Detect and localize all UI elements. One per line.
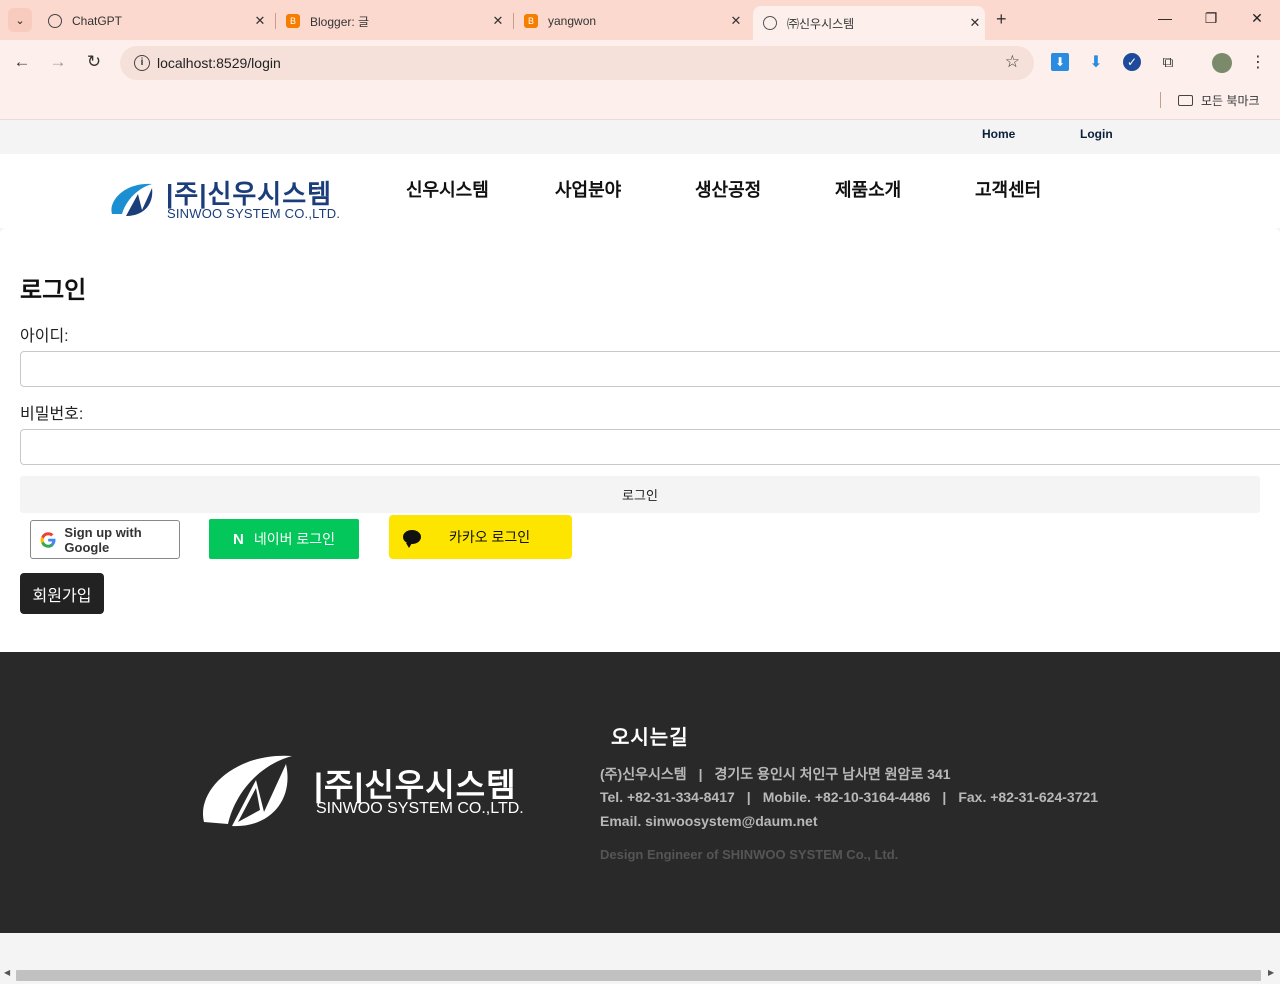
chevron-down-icon: ⌄ [15, 14, 25, 27]
close-window-icon[interactable]: ✕ [1247, 10, 1267, 27]
footer-logo-english: SINWOO SYSTEM CO.,LTD. [316, 800, 524, 817]
arrow-extension-icon[interactable]: ⬇ [1087, 53, 1105, 71]
header-logo-english[interactable]: SINWOO SYSTEM CO.,LTD. [167, 206, 340, 221]
tab-title: ChatGPT [72, 14, 123, 28]
check-extension-icon[interactable]: ✓ [1123, 53, 1141, 71]
reload-icon[interactable]: ↻ [83, 52, 105, 72]
naver-login-label: 네이버 로그인 [253, 531, 335, 547]
close-icon[interactable]: ✕ [726, 13, 746, 29]
close-icon[interactable]: ✕ [965, 15, 985, 31]
tab-search-button[interactable]: ⌄ [8, 8, 32, 32]
folder-icon [1178, 95, 1193, 106]
download-extension-icon[interactable]: ⬇ [1051, 53, 1069, 71]
scroll-left-icon[interactable]: ◀ [4, 968, 10, 977]
kakao-login-button[interactable]: 카카오 로그인 [389, 515, 572, 559]
username-label: 아이디: [20, 328, 69, 345]
nav-item-business[interactable]: 사업분야 [555, 176, 621, 202]
puzzle-icon[interactable]: ⧉ [1159, 53, 1177, 71]
signup-button[interactable]: 회원가입 [20, 573, 104, 614]
google-icon [40, 531, 56, 548]
footer-mobile: Mobile. +82-10-3164-4486 [762, 789, 931, 805]
close-icon[interactable]: ✕ [250, 13, 270, 29]
kakao-chat-icon [403, 530, 421, 548]
tab-title: Blogger: 글 [310, 14, 370, 29]
kakao-login-label: 카카오 로그인 [449, 529, 531, 545]
password-label: 비밀번호: [20, 406, 84, 423]
chatgpt-icon [48, 14, 62, 28]
address-url[interactable]: localhost:8529/login [157, 55, 281, 71]
bookmarks-bar [0, 86, 1280, 120]
more-menu-icon[interactable]: ⋮ [1249, 53, 1267, 71]
close-icon[interactable]: ✕ [488, 13, 508, 29]
login-link[interactable]: Login [1080, 127, 1113, 141]
naver-login-button[interactable]: N 네이버 로그인 [209, 519, 359, 559]
blogger-icon: B [286, 14, 300, 28]
all-bookmarks-label: 모든 북마크 [1201, 94, 1260, 108]
forward-icon[interactable]: → [47, 52, 69, 72]
username-input[interactable] [20, 351, 1280, 387]
nav-item-products[interactable]: 제품소개 [835, 176, 901, 202]
all-bookmarks-folder[interactable]: 모든 북마크 [1178, 92, 1260, 109]
scroll-right-icon[interactable]: ▶ [1268, 968, 1274, 977]
google-signup-button[interactable]: Sign up with Google [30, 520, 180, 559]
footer-separator: | [942, 789, 947, 805]
google-signup-label: Sign up with Google [64, 524, 142, 555]
tab-title: ㈜신우시스템 [787, 16, 855, 31]
tab-chatgpt[interactable]: ChatGPT ✕ [38, 6, 270, 36]
naver-icon: N [232, 530, 244, 548]
bookmarks-divider [1160, 92, 1161, 108]
footer-fax: Fax. +82-31-624-3721 [958, 789, 1099, 805]
new-tab-icon[interactable]: + [996, 9, 1007, 30]
footer-separator: | [746, 789, 751, 805]
footer-company-name: (주)신우시스템 [600, 766, 687, 782]
tab-title: yangwon [548, 14, 597, 28]
footer-copyright: Design Engineer of SHINWOO SYSTEM Co., L… [600, 847, 899, 862]
restore-icon[interactable]: ❐ [1201, 10, 1221, 27]
footer-contact-line: Tel. +82-31-334-8417 | Mobile. +82-10-3164… [600, 789, 1098, 805]
utility-bar: Home Login [0, 120, 1280, 154]
footer-email: Email. sinwoosystem@daum.net [600, 813, 818, 829]
login-submit-button[interactable]: 로그인 [20, 476, 1260, 513]
footer-address-line: (주)신우시스템 | 경기도 용인시 처인구 남사면 원암로 341 [600, 764, 951, 784]
tab-blogger[interactable]: B Blogger: 글 ✕ [276, 6, 508, 36]
nav-item-support[interactable]: 고객센터 [975, 176, 1041, 202]
blogger-icon: B [524, 14, 538, 28]
company-logo-icon[interactable] [108, 180, 156, 220]
footer-address: 경기도 용인시 처인구 남사면 원암로 341 [714, 766, 951, 782]
avatar[interactable] [1212, 53, 1232, 73]
footer-directions-title: 오시는길 [611, 727, 689, 749]
minimize-icon[interactable]: — [1155, 10, 1175, 26]
page-title: 로그인 [20, 277, 87, 304]
password-input[interactable] [20, 429, 1280, 465]
tab-yangwon[interactable]: B yangwon ✕ [514, 6, 746, 36]
horizontal-scrollbar-thumb[interactable] [16, 970, 1261, 981]
footer-separator: | [698, 766, 703, 782]
footer-logo-icon [202, 755, 292, 827]
globe-icon [763, 16, 777, 30]
tab-sinwoo-active[interactable]: ㈜신우시스템 ✕ [753, 6, 985, 40]
info-icon[interactable]: i [134, 55, 150, 71]
star-icon[interactable]: ☆ [1005, 52, 1020, 72]
nav-item-process[interactable]: 생산공정 [695, 176, 761, 202]
back-icon[interactable]: ← [11, 52, 33, 72]
nav-item-company[interactable]: 신우시스템 [406, 176, 489, 202]
home-link[interactable]: Home [982, 127, 1015, 141]
footer-tel: Tel. +82-31-334-8417 [600, 789, 735, 805]
address-bar[interactable]: i localhost:8529/login ☆ [120, 46, 1034, 80]
